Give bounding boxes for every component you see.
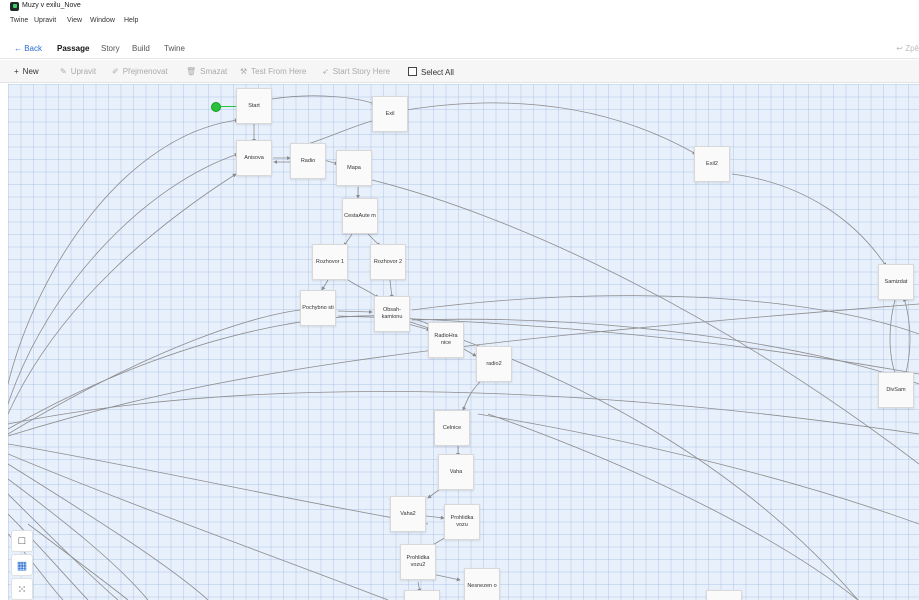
undo-button[interactable]: ↩ Zpě (896, 44, 919, 53)
passage-vaha[interactable]: Vaha (438, 454, 474, 490)
passage-vaha2[interactable]: Vaha2 (390, 496, 426, 532)
checkbox-icon (408, 67, 417, 76)
passage-exil2[interactable]: Exil2 (694, 146, 730, 182)
grid-small-icon: ▦ (16, 559, 28, 572)
test-from-here-button[interactable]: ⚒ Test From Here (240, 67, 306, 76)
zoom-passages-button[interactable]: □ (11, 530, 33, 552)
menu-bar: Twine Upravit View Window Help (0, 15, 919, 29)
rename-icon: ✐ (112, 67, 119, 76)
menu-twine[interactable]: Twine (10, 17, 28, 24)
passage-radio[interactable]: Radio (290, 143, 326, 179)
edit-label: Upravit (70, 67, 97, 76)
pencil-icon: ✎ (60, 67, 67, 76)
start-flag-icon (211, 102, 221, 112)
start-story-here-button[interactable]: ➶ Start Story Here (322, 67, 390, 76)
test-label: Test From Here (251, 67, 307, 76)
top-navigation: ← Back Passage Story Build Twine ↩ Zpě (0, 36, 919, 59)
passage-anisova[interactable]: Anisova (236, 140, 272, 176)
menu-window[interactable]: Window (90, 17, 115, 24)
passage-pochybnosti[interactable]: Pochybno sti (300, 290, 336, 326)
select-all-label: Select All (421, 68, 454, 77)
passage-rozhovor2[interactable]: Rozhovor 2 (370, 244, 406, 280)
start-connector (220, 106, 236, 107)
title-bar: Muzy v exilu_Nove (0, 0, 919, 16)
passage-toolbar: + New ✎ Upravit ✐ Přejmenovat 🗑 Smazat ⚒ Test… (0, 60, 919, 83)
edit-button[interactable]: ✎ Upravit (60, 67, 96, 76)
select-all-button[interactable]: Select All (408, 67, 454, 77)
rename-label: Přejmenovat (122, 67, 168, 76)
passage-exil[interactable]: Exil (372, 96, 408, 132)
story-map[interactable]: Start Exil Anisova Radio Mapa Exil2 Cest… (8, 84, 919, 600)
passage-obsah-kamionu[interactable]: Obsah-kamionu (374, 296, 410, 332)
tab-twine[interactable]: Twine (164, 44, 185, 53)
new-passage-button[interactable]: + New (14, 67, 39, 76)
back-button[interactable]: ← Back (14, 44, 42, 53)
passage-start[interactable]: Start (236, 88, 272, 124)
tab-build[interactable]: Build (132, 44, 150, 53)
zoom-medium-button[interactable]: ▦ (11, 554, 33, 576)
passage-mapa[interactable]: Mapa (336, 150, 372, 186)
passage-divsam[interactable]: DivSam (878, 372, 914, 408)
square-icon: □ (18, 535, 26, 547)
zoom-structure-button[interactable]: ⁙ (11, 578, 33, 600)
passage-prohlidka-vozu2[interactable]: Prohlidka vozu2 (400, 544, 436, 580)
tab-passage[interactable]: Passage (57, 44, 89, 53)
passage-rozhovor1[interactable]: Rozhovor 1 (312, 244, 348, 280)
passage-partial[interactable] (404, 590, 440, 600)
dots-grid-icon: ⁙ (17, 583, 27, 596)
delete-label: Smazat (200, 67, 228, 76)
rocket-icon: ➶ (322, 67, 329, 76)
passage-cestaautem[interactable]: CestaAute m (342, 198, 378, 234)
app-icon (10, 2, 19, 11)
menu-upravit[interactable]: Upravit (34, 17, 56, 24)
new-label: New (22, 67, 39, 76)
start-label: Start Story Here (332, 67, 391, 76)
delete-button[interactable]: 🗑 Smazat (186, 67, 227, 76)
passage-partial-right[interactable] (706, 590, 742, 600)
passage-prohlidka-vozu[interactable]: Prohlidka vozu (444, 504, 480, 540)
passage-samizdat[interactable]: Samizdat (878, 264, 914, 300)
window-title: Muzy v exilu_Nove (22, 2, 81, 9)
passage-nesnezeno[interactable]: Nesnezen o (464, 568, 500, 600)
passage-radio2[interactable]: radio2 (476, 346, 512, 382)
menu-view[interactable]: View (67, 17, 82, 24)
plus-icon: + (14, 67, 19, 76)
passage-radiohranice[interactable]: RadioHra nice (428, 322, 464, 358)
menu-help[interactable]: Help (124, 17, 138, 24)
passage-celnice[interactable]: Celnice (434, 410, 470, 446)
rename-button[interactable]: ✐ Přejmenovat (112, 67, 168, 76)
wrench-icon: ⚒ (240, 67, 248, 76)
trash-icon: 🗑 (186, 67, 197, 76)
tab-story[interactable]: Story (101, 44, 120, 53)
